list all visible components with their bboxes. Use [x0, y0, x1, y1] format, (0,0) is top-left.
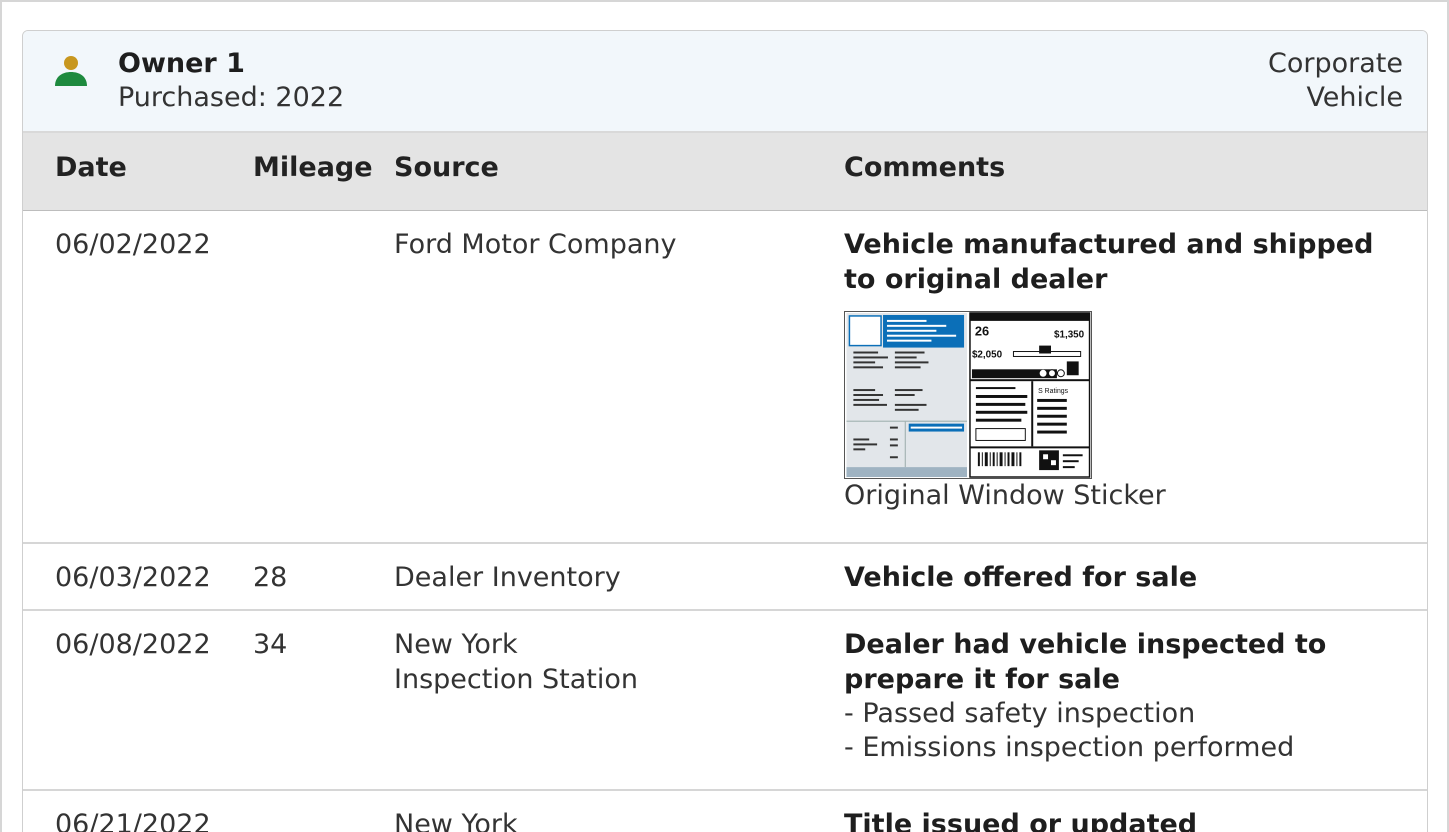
row-date: 06/03/2022 [55, 562, 211, 593]
row-source: New York [394, 807, 518, 832]
table-row: 06/21/2022 New York Title issued or upda… [23, 791, 1427, 832]
sticker-save: $1,350 [1054, 330, 1085, 341]
row-mileage: 34 [253, 629, 288, 660]
owner-type-line-2: Vehicle [1306, 82, 1403, 113]
comment-detail: - Passed safety inspection [844, 698, 1196, 729]
owner-name: Owner 1 [118, 48, 245, 79]
comment-title: Dealer had vehicle inspected to prepare … [844, 629, 1327, 695]
table-row: 06/08/2022 34 New York Inspection Statio… [23, 611, 1427, 791]
row-source-line-2: Inspection Station [394, 664, 639, 695]
owner-history-card: Owner 1 Purchased: 2022 Corporate Vehicl… [22, 30, 1428, 832]
table-row: 06/02/2022 Ford Motor Company Vehicle ma… [23, 211, 1427, 544]
row-source-line-1: Dealer Inventory [394, 562, 621, 593]
row-source-line-1: New York [394, 629, 518, 660]
row-date: 06/21/2022 [55, 809, 211, 832]
row-comments: Vehicle manufactured and shipped to orig… [844, 227, 1409, 513]
row-source: New York Inspection Station [394, 627, 638, 697]
svg-text:S Ratings: S Ratings [1038, 388, 1068, 395]
table-header: Date Mileage Source Comments [23, 133, 1427, 211]
sticker-cost: $2,050 [972, 349, 1003, 360]
owner-purchased-year: Purchased: 2022 [118, 82, 345, 113]
row-source-line-1: New York [394, 809, 518, 832]
header-source: Source [394, 152, 499, 183]
comment-detail: - Emissions inspection performed [844, 732, 1295, 763]
row-comments: Title issued or updated [844, 807, 1409, 832]
comment-title: Title issued or updated [844, 809, 1198, 832]
comment-title: Vehicle offered for sale [844, 562, 1198, 593]
row-comments: Dealer had vehicle inspected to prepare … [844, 627, 1409, 765]
row-date: 06/02/2022 [55, 229, 211, 260]
sticker-mpg: 26 [975, 324, 989, 339]
row-comments: Vehicle offered for sale [844, 560, 1409, 595]
header-mileage: Mileage [253, 152, 373, 183]
owner-header: Owner 1 Purchased: 2022 Corporate Vehicl… [23, 31, 1427, 133]
row-mileage: 28 [253, 562, 288, 593]
row-source-line-1: Ford Motor Company [394, 229, 677, 260]
person-icon [54, 55, 88, 87]
header-date: Date [55, 152, 127, 183]
owner-type-line-1: Corporate [1268, 48, 1403, 79]
header-comments: Comments [844, 152, 1006, 183]
row-date: 06/08/2022 [55, 629, 211, 660]
comment-title: Vehicle manufactured and shipped to orig… [844, 229, 1374, 295]
window-sticker-caption[interactable]: Original Window Sticker [844, 479, 1409, 513]
row-source: Ford Motor Company [394, 227, 677, 262]
table-row: 06/03/2022 28 Dealer Inventory Vehicle o… [23, 544, 1427, 611]
window-sticker-thumbnail[interactable]: 26 $1,350 $2,050 S Ratings [844, 311, 1092, 479]
owner-type: Corporate Vehicle [1183, 47, 1403, 115]
row-source: Dealer Inventory [394, 560, 621, 595]
